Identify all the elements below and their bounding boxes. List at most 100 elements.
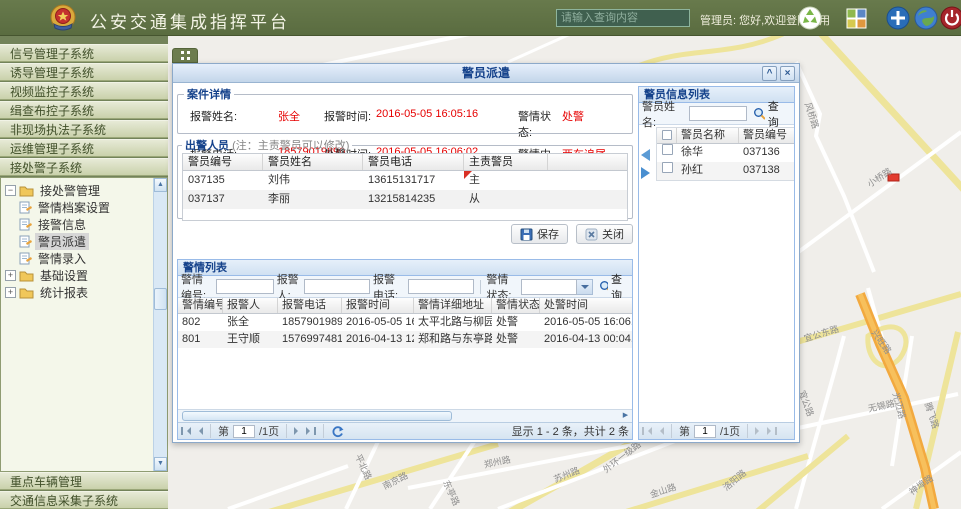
document-icon xyxy=(19,252,32,265)
next-page-icon[interactable] xyxy=(755,427,763,435)
alert-status-select[interactable] xyxy=(521,279,593,295)
alert-row[interactable]: 802 张全 18579019890 2016-05-05 16:... 太平北… xyxy=(178,314,632,331)
column-header[interactable]: 报警电话 xyxy=(278,298,342,313)
sidebar-item-key-vehicles[interactable]: 重点车辆管理 xyxy=(0,472,168,490)
column-header[interactable]: 警员姓名 xyxy=(263,154,363,170)
last-page-icon[interactable] xyxy=(767,427,777,435)
primary-officer-cell[interactable]: 主 xyxy=(464,171,548,190)
header-search-input[interactable] xyxy=(556,9,690,27)
tree-node-dispatch-mgmt[interactable]: − 接处警管理 xyxy=(5,182,165,199)
chevron-down-icon[interactable] xyxy=(577,279,593,295)
officer-row[interactable]: 037135 刘伟 13615131717 主 xyxy=(183,171,627,190)
column-header[interactable]: 警情详细地址 xyxy=(414,298,492,313)
prev-page-icon[interactable] xyxy=(195,427,203,435)
column-header[interactable]: 警员名称 xyxy=(677,128,739,143)
sidebar-item-ops[interactable]: 运维管理子系统 xyxy=(0,139,168,157)
officer-row[interactable]: 037137 李丽 13215814235 从 xyxy=(183,190,627,209)
scroll-up-arrow[interactable]: ▲ xyxy=(154,178,167,192)
column-header[interactable]: 报警人 xyxy=(223,298,278,313)
officer-list-row[interactable]: 孙红 037138 xyxy=(657,162,795,180)
column-header-filler xyxy=(548,154,627,170)
first-page-icon[interactable] xyxy=(181,427,191,435)
sidebar-item-signal[interactable]: 信号管理子系统 xyxy=(0,44,168,62)
record-count-info: 显示 1 - 2 条，共计 2 条 xyxy=(512,423,629,439)
tree-node-basic-settings[interactable]: + 基础设置 xyxy=(5,267,165,284)
sidebar-item-video[interactable]: 视频监控子系统 xyxy=(0,82,168,100)
app-window: 风桥路 小桥路 宜公东路 兴旺路 宜公路 无锡路 光迈路 腾飞路 神埠路 平北路… xyxy=(0,0,961,509)
tree-node-alert-entry[interactable]: 警情录入 xyxy=(19,250,165,267)
sidebar-item-checkpoint[interactable]: 缉查布控子系统 xyxy=(0,101,168,119)
column-header-sorted[interactable]: 警情编号 xyxy=(178,298,223,313)
tree-node-officer-dispatch[interactable]: 警员派遣 xyxy=(19,233,165,250)
officer-list-row[interactable]: 徐华 037136 xyxy=(657,144,795,162)
page-number-input[interactable] xyxy=(694,425,716,438)
prev-page-icon[interactable] xyxy=(656,427,664,435)
field-label: 报警姓名: xyxy=(190,108,278,140)
primary-officer-cell[interactable]: 从 xyxy=(464,190,548,209)
dispatch-note: (注：主责警员可以修改) xyxy=(232,140,349,152)
add-icon[interactable] xyxy=(886,6,910,30)
sidebar-item-guidance[interactable]: 诱导管理子系统 xyxy=(0,63,168,81)
police-search-button[interactable]: 查询 xyxy=(750,98,791,130)
police-search-toolbar: 警员姓名: 查询 xyxy=(639,103,794,125)
phone-input[interactable] xyxy=(408,279,474,294)
row-checkbox[interactable] xyxy=(657,162,677,180)
save-button[interactable]: 保存 xyxy=(511,224,568,244)
document-icon xyxy=(19,235,32,248)
panel-toggle-tab[interactable] xyxy=(172,48,198,63)
tree-scrollbar[interactable]: ▲ ▼ xyxy=(153,178,167,471)
select-all-checkbox[interactable] xyxy=(657,128,677,143)
header-bar: 公安交通集成指挥平台 管理员: 您好,欢迎登陆使用 xyxy=(0,0,961,36)
tree-node-stat-reports[interactable]: + 统计报表 xyxy=(5,284,165,301)
sidebar-item-dispatch-system[interactable]: 接处警子系统 xyxy=(0,158,168,176)
page-number-input[interactable] xyxy=(233,425,255,438)
tree-collapse-icon[interactable]: − xyxy=(5,185,16,196)
scroll-thumb[interactable] xyxy=(154,288,167,310)
first-page-icon[interactable] xyxy=(642,427,652,435)
scroll-down-arrow[interactable]: ▼ xyxy=(154,457,167,471)
column-header[interactable]: 警员编号 xyxy=(183,154,263,170)
folder-icon xyxy=(19,269,34,282)
document-icon xyxy=(19,218,32,231)
officer-name-label: 警员姓名: xyxy=(642,98,686,130)
close-button[interactable]: 关闭 xyxy=(576,224,633,244)
refresh-icon[interactable] xyxy=(331,425,344,438)
sidebar-item-offsite[interactable]: 非现场执法子系统 xyxy=(0,120,168,138)
transfer-left-arrow-icon[interactable] xyxy=(641,149,650,161)
column-header[interactable]: 处警时间 xyxy=(540,298,632,313)
recycle-icon[interactable] xyxy=(798,6,822,30)
scroll-thumb[interactable] xyxy=(182,411,452,421)
dialog-titlebar[interactable]: 警员派遣 ^ × xyxy=(173,64,799,83)
alert-row[interactable]: 801 王守顺 15769974813 2016-04-13 12:... 郑和… xyxy=(178,331,632,348)
close-icon[interactable]: × xyxy=(780,66,795,81)
search-icon xyxy=(599,280,608,293)
row-checkbox[interactable] xyxy=(657,144,677,162)
page-suffix: /1页 xyxy=(720,423,740,439)
case-detail-fieldset: 案件详情 报警姓名: 张全 报警时间: 2016-05-05 16:05:16 … xyxy=(177,86,633,134)
power-logout-icon[interactable] xyxy=(940,6,961,30)
tree-node-alert-archive[interactable]: 警情档案设置 xyxy=(19,199,165,216)
column-header[interactable]: 报警时间 xyxy=(342,298,414,313)
save-disk-icon xyxy=(520,228,533,241)
sidebar-item-traffic-info[interactable]: 交通信息采集子系统 xyxy=(0,491,168,509)
page-prefix: 第 xyxy=(218,423,229,439)
globe-icon[interactable] xyxy=(914,6,938,30)
map-tiles-icon[interactable] xyxy=(844,6,868,30)
tree-expand-icon[interactable]: + xyxy=(5,287,16,298)
column-header[interactable]: 主责警员 xyxy=(464,154,548,170)
scroll-right-arrow[interactable]: ▶ xyxy=(619,410,632,422)
last-page-icon[interactable] xyxy=(306,427,316,435)
reporter-input[interactable] xyxy=(304,279,370,294)
alert-id-input[interactable] xyxy=(216,279,274,294)
column-header[interactable]: 警员电话 xyxy=(363,154,464,170)
column-header[interactable]: 警员编号 xyxy=(739,128,795,143)
tree-expand-icon[interactable]: + xyxy=(5,270,16,281)
officer-name-input[interactable] xyxy=(689,106,747,121)
transfer-right-arrow-icon[interactable] xyxy=(641,167,650,179)
alert-hscrollbar[interactable]: ◀ ▶ xyxy=(178,409,632,422)
tree-node-alert-info[interactable]: 接警信息 xyxy=(19,216,165,233)
collapse-icon[interactable]: ^ xyxy=(762,66,777,81)
alert-paging-bar: 第 /1页 显示 1 - 2 条，共计 2 条 xyxy=(178,422,632,439)
column-header[interactable]: 警情状态 xyxy=(492,298,540,313)
next-page-icon[interactable] xyxy=(294,427,302,435)
